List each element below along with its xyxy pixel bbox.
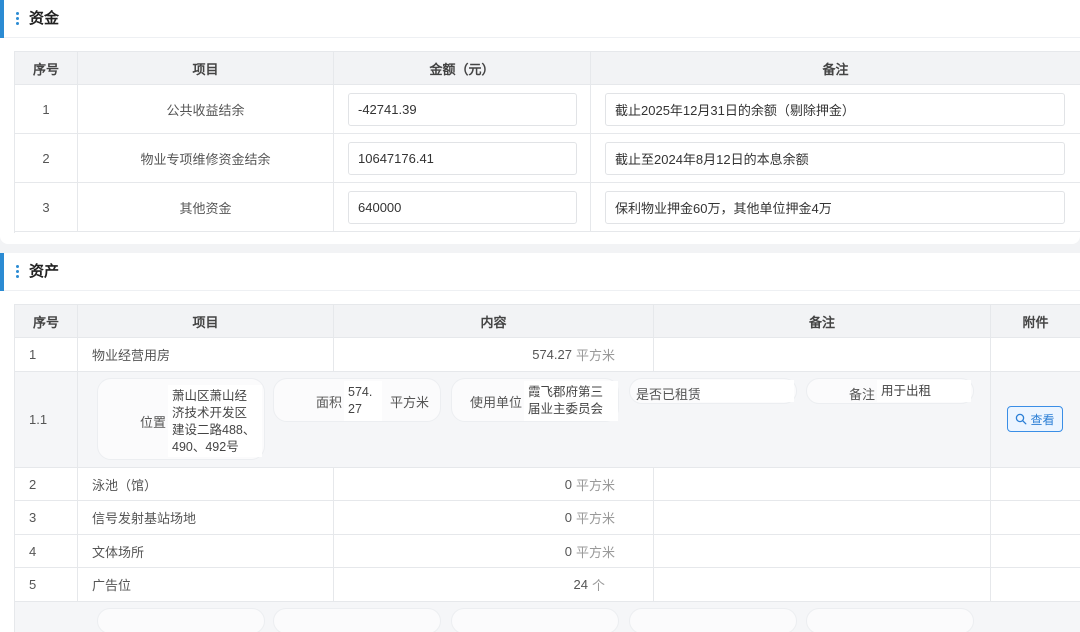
user-unit-value[interactable]: 霞飞郡府第三届业主委员会 [524,381,618,421]
assets-section-header: 资产 [0,253,1080,291]
leased-field: 是否已租赁 [629,378,797,404]
table-row-index: 3 [15,183,78,232]
content-value: 0 [564,543,572,559]
remark-label: 备注 [849,387,876,402]
partial-field [451,608,619,632]
assets-card: 资产 序号 项目 内容 备注 附件 1 物业经营用房 574.27 平方米 1.1… [0,253,1080,632]
table-row-item: 广告位 [78,568,334,602]
table-row-content: 0 平方米 [334,501,654,535]
content-unit: 平方米 [575,544,615,560]
header-content: 内容 [334,305,654,338]
content-value: 24 [573,577,588,592]
table-row-attachment [991,568,1080,602]
funds-table: 序号 项目 金额（元） 备注 1 公共收益结余 -42741.39 截止2025… [14,51,1080,233]
header-item: 项目 [78,52,334,85]
table-row-attachment [991,468,1080,501]
content-unit: 平方米 [575,511,615,526]
content-value: 0 [564,476,572,492]
table-row-attachment [991,338,1080,372]
detail-row-index: 1.1 [15,372,78,468]
view-button-label: 查看 [1030,412,1055,427]
note-input[interactable]: 截止至2024年8月12日的本息余额 [605,142,1065,175]
table-row-attachment [991,535,1080,568]
content-value: 574.27 [532,347,572,362]
table-row-index: 5 [15,568,78,602]
table-row-content: 24 个 [334,568,654,602]
section-dots-icon [16,12,20,26]
header-index: 序号 [15,52,78,85]
header-amount: 金额（元） [334,52,591,85]
leased-label: 是否已租赁 [636,387,702,402]
table-row-note [654,468,991,501]
search-icon [1016,413,1027,425]
funds-section-header: 资金 [0,0,1080,38]
table-row-item: 信号发射基站场地 [78,501,334,535]
area-value[interactable]: 574.27 [344,381,382,421]
funds-card: 资金 序号 项目 金额（元） 备注 1 公共收益结余 -42741.39 截止2… [0,0,1080,244]
table-row-item: 公共收益结余 [78,85,334,134]
header-item: 项目 [78,305,334,338]
funds-table-header: 序号 项目 金额（元） 备注 [15,52,1080,85]
table-row-index: 2 [15,468,78,501]
amount-input[interactable]: 10647176.41 [348,142,577,175]
content-unit: 平方米 [575,477,615,493]
header-note: 备注 [654,305,991,338]
table-row-item: 物业专项维修资金结余 [78,134,334,183]
content-value: 0 [564,510,572,525]
partial-field [273,608,441,632]
amount-input[interactable]: 640000 [348,191,577,224]
area-label: 面积 [316,395,343,410]
remark-field: 备注 用于出租 [806,378,974,404]
table-row-note [654,535,991,568]
header-index: 序号 [15,305,78,338]
funds-section-title: 资金 [29,10,60,27]
table-row-note [654,338,991,372]
table-row-item: 文体场所 [78,535,334,568]
amount-input[interactable]: -42741.39 [348,93,577,126]
content-unit: 平方米 [575,348,615,363]
table-row-content: 0 平方米 [334,468,654,501]
table-row-index: 1 [15,85,78,134]
table-row-content: 0 平方米 [334,535,654,568]
header-note: 备注 [591,52,1080,85]
table-row-attachment [991,501,1080,535]
area-unit: 平方米 [390,395,430,410]
assets-table-header: 序号 项目 内容 备注 附件 [15,305,1080,338]
location-label: 位置 [140,415,167,430]
user-unit-field: 使用单位 霞飞郡府第三届业主委员会 [451,378,619,422]
partial-field [629,608,797,632]
table-row-item: 泳池（馆） [78,468,334,501]
table-row-index: 3 [15,501,78,535]
header-attachment: 附件 [991,305,1080,338]
table-row-note [654,568,991,602]
note-input[interactable]: 截止2025年12月31日的余额（剔除押金） [605,93,1065,126]
table-row-item: 其他资金 [78,183,334,232]
view-attachment-button[interactable]: 查看 [1007,406,1063,432]
location-value[interactable]: 萧山区萧山经济技术开发区建设二路488、490、492号 [168,385,262,457]
table-row-note [654,501,991,535]
table-row-item: 物业经营用房 [78,338,334,372]
area-field: 面积 574.27 平方米 [273,378,441,422]
partial-field [806,608,974,632]
section-accent-bar [0,253,4,291]
table-row-index: 1 [15,338,78,372]
content-unit: 个 [591,578,605,593]
section-dots-icon [16,265,20,279]
assets-table: 序号 项目 内容 备注 附件 1 物业经营用房 574.27 平方米 1.1 位置… [14,304,1080,632]
leased-value[interactable] [700,380,794,402]
assets-section-title: 资产 [29,263,60,280]
user-unit-label: 使用单位 [470,395,523,410]
table-row-index: 4 [15,535,78,568]
location-field: 位置 萧山区萧山经济技术开发区建设二路488、490、492号 [97,378,265,460]
partial-field [97,608,265,632]
section-accent-bar [0,0,4,38]
table-row-index: 2 [15,134,78,183]
table-row-content: 574.27 平方米 [334,338,654,372]
note-input[interactable]: 保利物业押金60万，其他单位押金4万 [605,191,1065,224]
remark-value[interactable]: 用于出租 [877,380,971,402]
